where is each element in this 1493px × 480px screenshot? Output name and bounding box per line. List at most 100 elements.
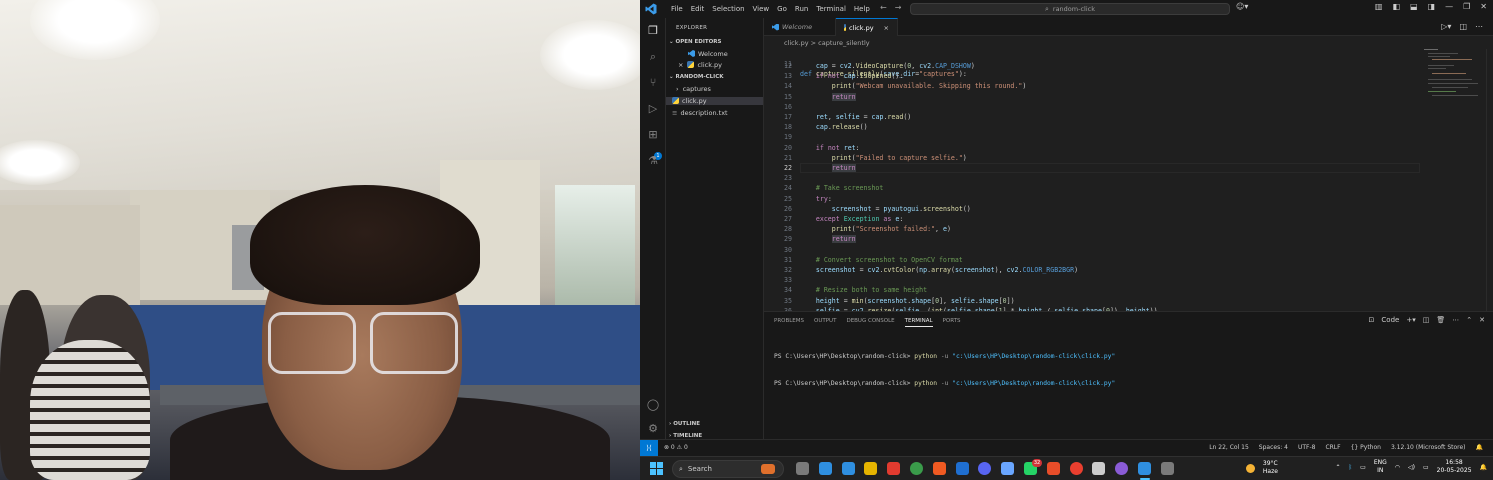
tab-output[interactable]: OUTPUT [814, 318, 836, 327]
manage-gear-icon[interactable]: ⚙ [646, 422, 660, 436]
menu-terminal[interactable]: Terminal [812, 5, 850, 13]
cursor-position[interactable]: Ln 22, Col 15 [1209, 444, 1249, 451]
volume-icon[interactable]: ◁) [1408, 464, 1415, 471]
vertical-scrollbar[interactable] [1486, 49, 1492, 311]
toggle-secondary-sidebar-icon[interactable]: ◨ [1428, 2, 1436, 11]
close-editor-icon[interactable]: × [678, 61, 683, 69]
minimap[interactable] [1424, 49, 1484, 149]
task-view-icon[interactable] [796, 462, 809, 475]
more-actions-icon[interactable]: ⋯ [1475, 22, 1483, 31]
maximize-icon[interactable]: ❐ [1463, 2, 1470, 11]
red-app-icon[interactable] [887, 462, 901, 475]
language-indicator[interactable]: ENG IN [1374, 459, 1387, 475]
python-interpreter[interactable]: 3.12.10 (Microsoft Store) [1391, 444, 1466, 451]
terminal-icon[interactable] [1160, 462, 1174, 475]
open-editors-header[interactable]: ⌄ OPEN EDITORS [669, 39, 722, 45]
edge-icon[interactable] [818, 462, 832, 475]
clock[interactable]: 16:58 20-05-2025 [1437, 459, 1472, 475]
command-center[interactable]: ⌕ random-click [910, 3, 1230, 15]
photos-icon[interactable] [955, 462, 969, 475]
encoding[interactable]: UTF-8 [1298, 444, 1316, 451]
run-python-file-icon[interactable]: ▷▾ [1441, 22, 1451, 31]
run-debug-icon[interactable]: ▷ [646, 102, 660, 116]
bluetooth-icon[interactable]: ᛒ [1349, 464, 1353, 471]
store-icon[interactable] [841, 462, 855, 475]
outline-header[interactable]: › OUTLINE [669, 421, 700, 427]
code-text: print("Webcam unavailable. Skipping this… [831, 82, 1027, 91]
open-editor-welcome[interactable]: Welcome [688, 50, 728, 58]
wifi-icon[interactable]: ◠ [1395, 464, 1400, 471]
toggle-panel-icon[interactable]: ⬓ [1410, 2, 1418, 11]
code-editor[interactable]: 11 def capture_silently(save_dir="captur… [764, 49, 1424, 311]
language-mode[interactable]: {} Python [1351, 444, 1381, 451]
breadcrumb-file[interactable]: click.py [784, 39, 809, 47]
search-icon[interactable]: ⌕ [646, 50, 660, 64]
opera-icon[interactable] [1069, 462, 1083, 475]
notifications-icon[interactable]: 🔔 [1480, 464, 1487, 471]
remote-indicator-icon[interactable]: ⟩⟨ [640, 440, 658, 456]
menu-view[interactable]: View [749, 5, 774, 13]
forward-arrow-icon[interactable]: → [895, 3, 902, 12]
tab-debug-console[interactable]: DEBUG CONSOLE [846, 318, 894, 327]
problems-indicator[interactable]: ⊗ 0 ⚠ 0 [664, 444, 688, 451]
tab-click-py[interactable]: click.py × [836, 18, 898, 36]
weather-widget[interactable]: 39°C Haze [1246, 460, 1278, 476]
tree-file-description-txt[interactable]: ≡ description.txt [672, 109, 728, 117]
menu-selection[interactable]: Selection [708, 5, 748, 13]
explorer-sidebar: EXPLORER ⌄ OPEN EDITORS Welcome × click.p… [666, 18, 764, 439]
end-of-line[interactable]: CRLF [1325, 444, 1340, 451]
pinwheel-icon[interactable] [1046, 462, 1060, 475]
testing-icon[interactable]: ⚗ [646, 154, 660, 168]
breadcrumb-symbol[interactable]: capture_silently [818, 39, 869, 47]
audio-app-icon[interactable] [1092, 462, 1106, 475]
maximize-panel-icon[interactable]: ⌃ [1466, 316, 1472, 324]
tree-file-click-py[interactable]: click.py [666, 97, 763, 105]
tab-welcome[interactable]: Welcome [764, 18, 836, 36]
menu-file[interactable]: File [667, 5, 687, 13]
menu-help[interactable]: Help [850, 5, 874, 13]
terminal-kind-label[interactable]: Code [1381, 316, 1399, 324]
account-icon[interactable]: ◯ [646, 398, 660, 412]
menu-edit[interactable]: Edit [687, 5, 709, 13]
file-explorer-icon[interactable] [864, 462, 878, 475]
menu-run[interactable]: Run [791, 5, 812, 13]
back-arrow-icon[interactable]: ← [880, 3, 887, 12]
taskbar-search-box[interactable]: ⌕ Search [672, 460, 784, 478]
tray-app-icon[interactable]: ▭ [1360, 464, 1366, 471]
windows-start-icon[interactable] [650, 462, 663, 475]
folder-header[interactable]: ⌄ RANDOM-CLICK [669, 74, 724, 80]
python-file-icon [672, 97, 679, 104]
vscode-taskbar-icon[interactable] [1138, 462, 1151, 475]
explorer-icon[interactable]: ❐ [646, 24, 660, 38]
menu-go[interactable]: Go [773, 5, 791, 13]
layout-icon[interactable]: ▥ [1375, 2, 1383, 11]
brave-icon[interactable] [932, 462, 946, 475]
close-tab-icon[interactable]: × [884, 24, 889, 32]
open-editor-click-py[interactable]: × click.py [678, 61, 722, 69]
tab-problems[interactable]: PROBLEMS [774, 318, 804, 327]
toggle-sidebar-icon[interactable]: ◧ [1392, 2, 1400, 11]
github-icon[interactable] [1115, 462, 1129, 475]
chrome-icon[interactable] [910, 462, 923, 475]
notifications-bell-icon[interactable]: 🔔 [1476, 444, 1483, 451]
battery-icon[interactable]: ▭ [1423, 464, 1429, 471]
new-terminal-icon[interactable]: +▾ [1406, 316, 1415, 324]
close-icon[interactable]: ✕ [1480, 2, 1487, 11]
source-control-icon[interactable]: ⑂ [646, 76, 660, 90]
chrome-canary-icon[interactable] [1001, 462, 1015, 475]
split-editor-icon[interactable]: ◫ [1459, 22, 1467, 31]
terminal-output[interactable]: PS C:\Users\HP\Desktop\random-click> pyt… [774, 334, 1115, 406]
more-actions-icon[interactable]: ⋯ [1452, 316, 1459, 324]
extensions-icon[interactable]: ⊞ [646, 128, 660, 142]
minimize-icon[interactable]: — [1445, 2, 1453, 11]
kill-terminal-icon[interactable]: 🗑 [1436, 316, 1445, 324]
discord-icon[interactable] [978, 462, 992, 475]
split-terminal-icon[interactable]: ◫ [1423, 316, 1430, 324]
copilot-icon[interactable]: ☺▾ [1236, 2, 1248, 11]
tab-ports[interactable]: PORTS [943, 318, 961, 327]
chevron-up-icon[interactable]: ⌃ [1336, 464, 1341, 471]
close-panel-icon[interactable]: ✕ [1479, 316, 1485, 324]
indentation[interactable]: Spaces: 4 [1259, 444, 1288, 451]
tab-terminal[interactable]: TERMINAL [904, 318, 933, 327]
tree-folder-captures[interactable]: › captures [676, 85, 711, 93]
